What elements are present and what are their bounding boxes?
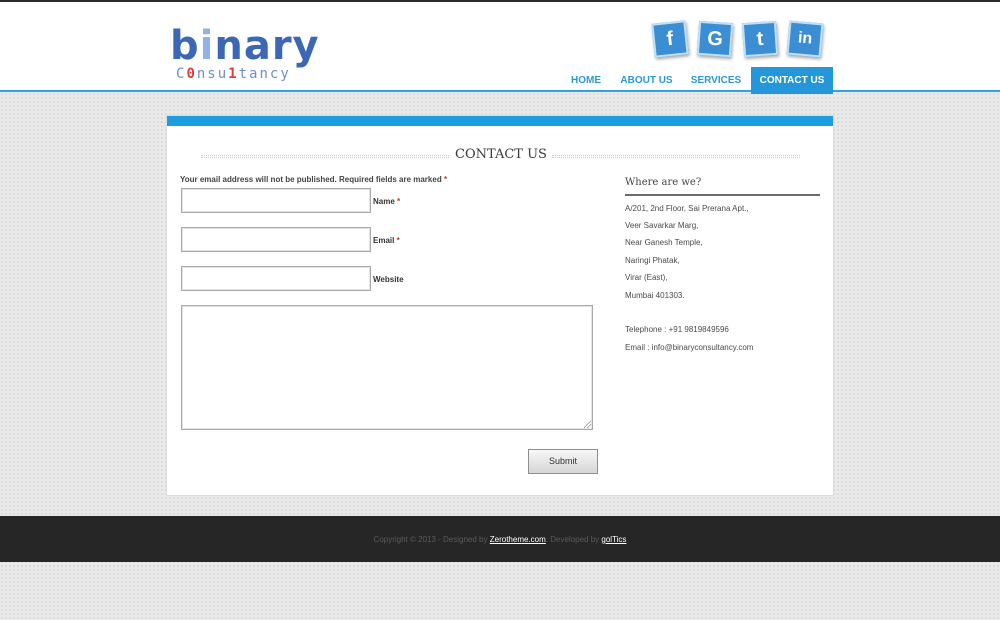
sidebar-divider	[625, 194, 820, 196]
nav-services[interactable]: SERVICES	[684, 67, 748, 94]
website-label: Website	[373, 275, 404, 284]
bottom-strip	[0, 620, 1000, 625]
nav-about-us[interactable]: ABOUT US	[615, 67, 678, 94]
address-line: Mumbai 401303.	[625, 291, 685, 300]
address-line: A/201, 2nd Floor, Sai Prerana Apt.,	[625, 204, 749, 213]
copyright-text: Copyright © 2013 - Designed by Zerotheme…	[373, 535, 627, 544]
address-line: Naringi Phatak,	[625, 256, 680, 265]
resize-handle-icon[interactable]	[584, 421, 591, 428]
telephone-text: Telephone : +91 9819849596	[625, 325, 729, 334]
address-line: Virar (East),	[625, 273, 668, 282]
email-label: Email *	[373, 236, 400, 245]
address-line: Near Ganesh Temple,	[625, 238, 703, 247]
facebook-icon[interactable]: f	[651, 20, 689, 58]
google-plus-icon[interactable]: G	[696, 20, 734, 58]
form-note: Your email address will not be published…	[180, 175, 448, 184]
comment-textarea[interactable]	[181, 305, 593, 430]
twitter-icon[interactable]: t	[741, 20, 779, 58]
nav-contact-us[interactable]: CONTACT US	[751, 67, 833, 94]
logo-tagline: C0nsu1tancy	[176, 66, 291, 82]
site-footer: Copyright © 2013 - Designed by Zerotheme…	[0, 516, 1000, 562]
developer-link[interactable]: golTics	[601, 535, 626, 544]
contact-panel: CONTACT US Your email address will not b…	[166, 115, 834, 496]
sidebar-title: Where are we?	[625, 177, 702, 188]
page-title: CONTACT US	[455, 147, 547, 162]
submit-button[interactable]: Submit	[528, 449, 598, 474]
linkedin-icon[interactable]: in	[786, 20, 824, 58]
name-label: Name *	[373, 197, 401, 206]
panel-accent-bar	[167, 116, 833, 126]
designer-link[interactable]: Zerotheme.com	[490, 535, 546, 544]
email-input[interactable]	[181, 227, 371, 252]
logo-wordmark: binary	[170, 23, 320, 69]
binary-logo[interactable]: binary C0nsu1tancy	[170, 24, 319, 88]
nav-home[interactable]: HOME	[563, 67, 609, 94]
name-input[interactable]	[181, 188, 371, 213]
website-input[interactable]	[181, 266, 371, 291]
email-text: Email : info@binaryconsultancy.com	[625, 343, 754, 352]
address-line: Veer Savarkar Marg,	[625, 221, 699, 230]
site-header: binary C0nsu1tancy f G t in HOME ABOUT U…	[0, 2, 1000, 94]
